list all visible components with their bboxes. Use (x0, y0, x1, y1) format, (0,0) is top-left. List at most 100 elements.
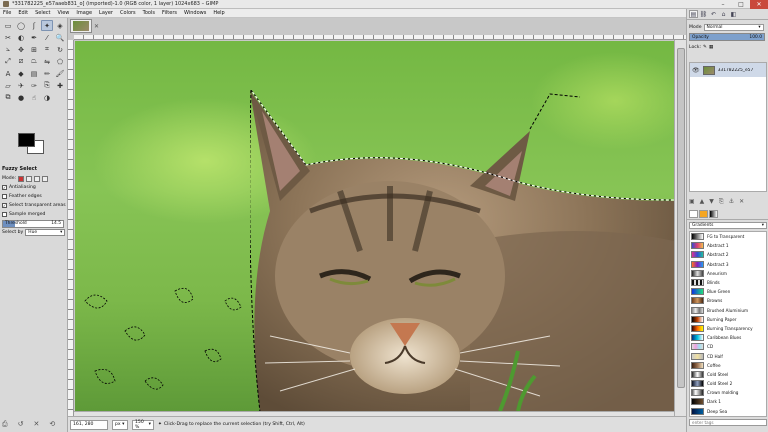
mode-intersect-button[interactable] (42, 175, 49, 182)
gradient-list-item[interactable]: Cold Steel (690, 370, 766, 379)
image-canvas[interactable] (75, 41, 674, 411)
gradient-list-item[interactable]: Coffee (690, 361, 766, 370)
mode-add-button[interactable] (26, 175, 33, 182)
new-layer-icon[interactable]: ▣ (689, 198, 695, 206)
ink-icon[interactable]: ✑ (28, 80, 40, 91)
gradient-list-item[interactable]: Browns (690, 296, 766, 305)
ellipse-select-icon[interactable]: ◯ (15, 20, 27, 31)
maximize-button[interactable]: □ (732, 0, 750, 9)
lower-layer-icon[interactable]: ▼ (709, 198, 714, 206)
unit-dropdown[interactable]: px ▾ (112, 419, 128, 430)
delete-tool-options-icon[interactable]: ✕ (33, 420, 39, 429)
perspective-clone-icon[interactable]: ⧉ (2, 92, 14, 103)
scale-icon[interactable]: ⤢ (2, 56, 14, 67)
duplicate-layer-icon[interactable]: ⎘ (719, 198, 724, 206)
eye-icon[interactable]: 👁 (692, 67, 700, 74)
menu-file[interactable]: File (3, 10, 11, 16)
save-tool-options-icon[interactable]: ⎙ (2, 420, 8, 429)
menu-filters[interactable]: Filters (162, 10, 177, 16)
move-icon[interactable]: ✥ (15, 44, 27, 55)
layers-tab-icon[interactable]: ▤ (689, 10, 698, 18)
rotate-icon[interactable]: ↻ (54, 44, 66, 55)
menu-select[interactable]: Select (35, 10, 50, 16)
flip-icon[interactable]: ⇋ (41, 56, 53, 67)
layer-row[interactable]: 👁 331782225_e57 (690, 63, 766, 77)
undo-tab-icon[interactable]: ↶ (709, 10, 718, 18)
minimize-button[interactable]: – (714, 0, 732, 9)
image-tab-close-icon[interactable]: ✕ (94, 23, 99, 30)
fuzzy-select-icon[interactable]: ✦ (41, 20, 53, 31)
gradient-list-item[interactable]: Blue Green (690, 287, 766, 296)
gradient-filter-dropdown[interactable]: Gradients ▾ (689, 222, 767, 229)
gradient-list-item[interactable]: Caribbean Blues (690, 333, 766, 342)
zoom-icon[interactable]: 🔍 (54, 32, 66, 43)
anchor-layer-icon[interactable]: ⚓ (729, 198, 734, 206)
brushes-tab[interactable] (689, 210, 698, 218)
gradient-list-item[interactable]: Abstract 2 (690, 250, 766, 259)
blend-icon[interactable]: ▤ (28, 68, 40, 79)
gradient-list-item[interactable]: FG to Transparent (690, 232, 766, 241)
dodge-burn-icon[interactable]: ◑ (41, 92, 53, 103)
gradient-list-item[interactable]: Cold Steel 2 (690, 379, 766, 388)
image-tab[interactable] (70, 19, 92, 33)
gradient-list-item[interactable]: Dark 1 (690, 397, 766, 406)
select-transparent-checkbox[interactable]: ✓ (2, 203, 7, 208)
paintbrush-icon[interactable]: 🖌 (54, 68, 66, 79)
menu-windows[interactable]: Windows (184, 10, 206, 16)
eraser-icon[interactable]: ▱ (2, 80, 14, 91)
channels-tab-icon[interactable]: ⛓ (699, 10, 708, 18)
color-picker-icon[interactable]: ⁄ (41, 32, 53, 43)
gradient-list-item[interactable]: Burning Transparency (690, 324, 766, 333)
gradient-list-item[interactable]: Deep Sea (690, 407, 766, 416)
tag-entry[interactable]: enter tags (689, 419, 767, 426)
raise-layer-icon[interactable]: ▲ (700, 198, 705, 206)
menu-view[interactable]: View (58, 10, 70, 16)
lock-alpha-icon[interactable]: ▦ (709, 45, 713, 50)
text-icon[interactable]: A (2, 68, 14, 79)
gradient-list-item[interactable]: CD Half (690, 351, 766, 360)
gradient-list-item[interactable]: Blinds (690, 278, 766, 287)
reset-tool-options-icon[interactable]: ⟲ (49, 420, 55, 429)
pencil-icon[interactable]: ✏ (41, 68, 53, 79)
gradients-tab[interactable] (709, 210, 718, 218)
mode-replace-button[interactable] (18, 175, 25, 182)
gradient-list-item[interactable]: Aneurism (690, 269, 766, 278)
mode-subtract-button[interactable] (34, 175, 41, 182)
paths-icon[interactable]: ✒ (28, 32, 40, 43)
menu-layer[interactable]: Layer (99, 10, 113, 16)
feather-edges-checkbox[interactable] (2, 194, 7, 199)
cage-icon[interactable]: ⬠ (54, 56, 66, 67)
sample-merged-checkbox[interactable] (2, 212, 7, 217)
menu-image[interactable]: Image (76, 10, 92, 16)
delete-layer-icon[interactable]: ✕ (739, 198, 744, 206)
menu-help[interactable]: Help (213, 10, 224, 16)
horizontal-ruler[interactable] (74, 35, 686, 40)
shear-icon[interactable]: ⧄ (15, 56, 27, 67)
menu-tools[interactable]: Tools (143, 10, 155, 16)
scissors-icon[interactable]: ✂ (2, 32, 14, 43)
foreground-select-icon[interactable]: ◐ (15, 32, 27, 43)
blur-icon[interactable]: ● (15, 92, 27, 103)
gradient-list-item[interactable]: Abstract 3 (690, 260, 766, 269)
gradient-list-item[interactable]: Brushed Aluminium (690, 306, 766, 315)
restore-tool-options-icon[interactable]: ↺ (18, 420, 24, 429)
rect-select-icon[interactable]: ▭ (2, 20, 14, 31)
gradient-list-item[interactable]: Abstract 1 (690, 241, 766, 250)
vertical-scrollbar[interactable] (674, 40, 686, 416)
crop-icon[interactable]: ⌗ (41, 44, 53, 55)
layer-mode-dropdown[interactable]: Normal ▾ (703, 23, 764, 31)
menu-edit[interactable]: Edit (18, 10, 28, 16)
select-by-dropdown[interactable]: Hue ▾ (25, 229, 66, 236)
gradient-list-item[interactable]: Crown molding (690, 388, 766, 397)
menu-colors[interactable]: Colors (120, 10, 136, 16)
free-select-icon[interactable]: ʃ (28, 20, 40, 31)
lock-pixels-icon[interactable]: ✎ (703, 45, 707, 50)
foreground-color-swatch[interactable] (18, 133, 35, 147)
extra-tab-icon[interactable]: ◧ (729, 10, 738, 18)
patterns-tab[interactable] (699, 210, 708, 218)
bucket-fill-icon[interactable]: ◆ (15, 68, 27, 79)
vertical-scrollbar-thumb[interactable] (677, 48, 685, 388)
close-button[interactable]: ✕ (750, 0, 768, 9)
vertical-ruler[interactable] (68, 40, 74, 416)
align-icon[interactable]: ⊞ (28, 44, 40, 55)
